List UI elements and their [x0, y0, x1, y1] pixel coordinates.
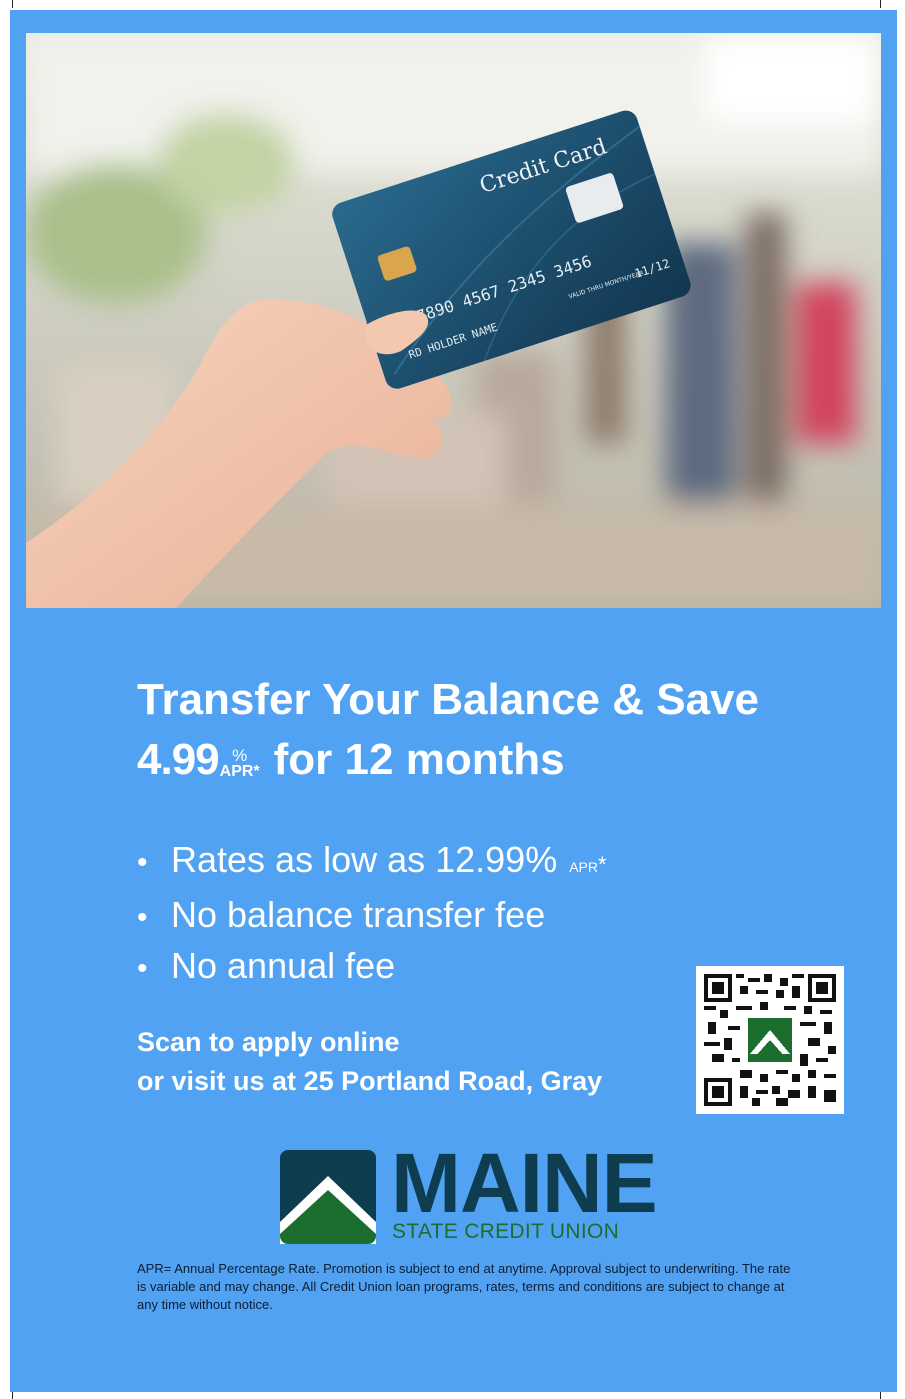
logo-wordmark: MAINE	[391, 1136, 658, 1230]
qr-code-icon[interactable]	[696, 966, 844, 1114]
promo-rate: 4.99	[137, 735, 220, 784]
hero-photo: Credit Card 4 7890 4567 2345 3456 RD HOL…	[26, 33, 881, 608]
logo-mountain-icon	[280, 1150, 376, 1244]
crop-mark-bottom-right	[880, 1391, 881, 1399]
headline-title: Transfer Your Balance & Save	[137, 675, 759, 724]
list-item: • No balance transfer fee	[137, 894, 546, 935]
promo-duration: for 12 months	[273, 735, 565, 784]
call-to-action: Scan to apply online or visit us at 25 P…	[137, 1027, 603, 1096]
list-item: • Rates as low as 12.99% APR *	[137, 839, 607, 880]
promo-rate-unit: % APR*	[219, 746, 260, 780]
maine-state-credit-union-logo: MAINE STATE CREDIT UNION	[280, 1136, 658, 1246]
logo-subtitle: STATE CREDIT UNION	[392, 1220, 620, 1243]
benefits-list: • Rates as low as 12.99% APR * • No bala…	[137, 836, 607, 993]
crop-mark-bottom-left	[12, 1391, 13, 1399]
crop-mark-top-left	[12, 0, 13, 8]
headline: Transfer Your Balance & Save 4.99 % APR*…	[137, 670, 857, 790]
headline-rate: 4.99 % APR* for 12 months	[137, 730, 857, 790]
disclaimer: APR= Annual Percentage Rate. Promotion i…	[137, 1261, 791, 1312]
poster: Credit Card 4 7890 4567 2345 3456 RD HOL…	[10, 10, 897, 1392]
crop-mark-top-right	[880, 0, 881, 8]
list-item: • No annual fee	[137, 945, 396, 986]
